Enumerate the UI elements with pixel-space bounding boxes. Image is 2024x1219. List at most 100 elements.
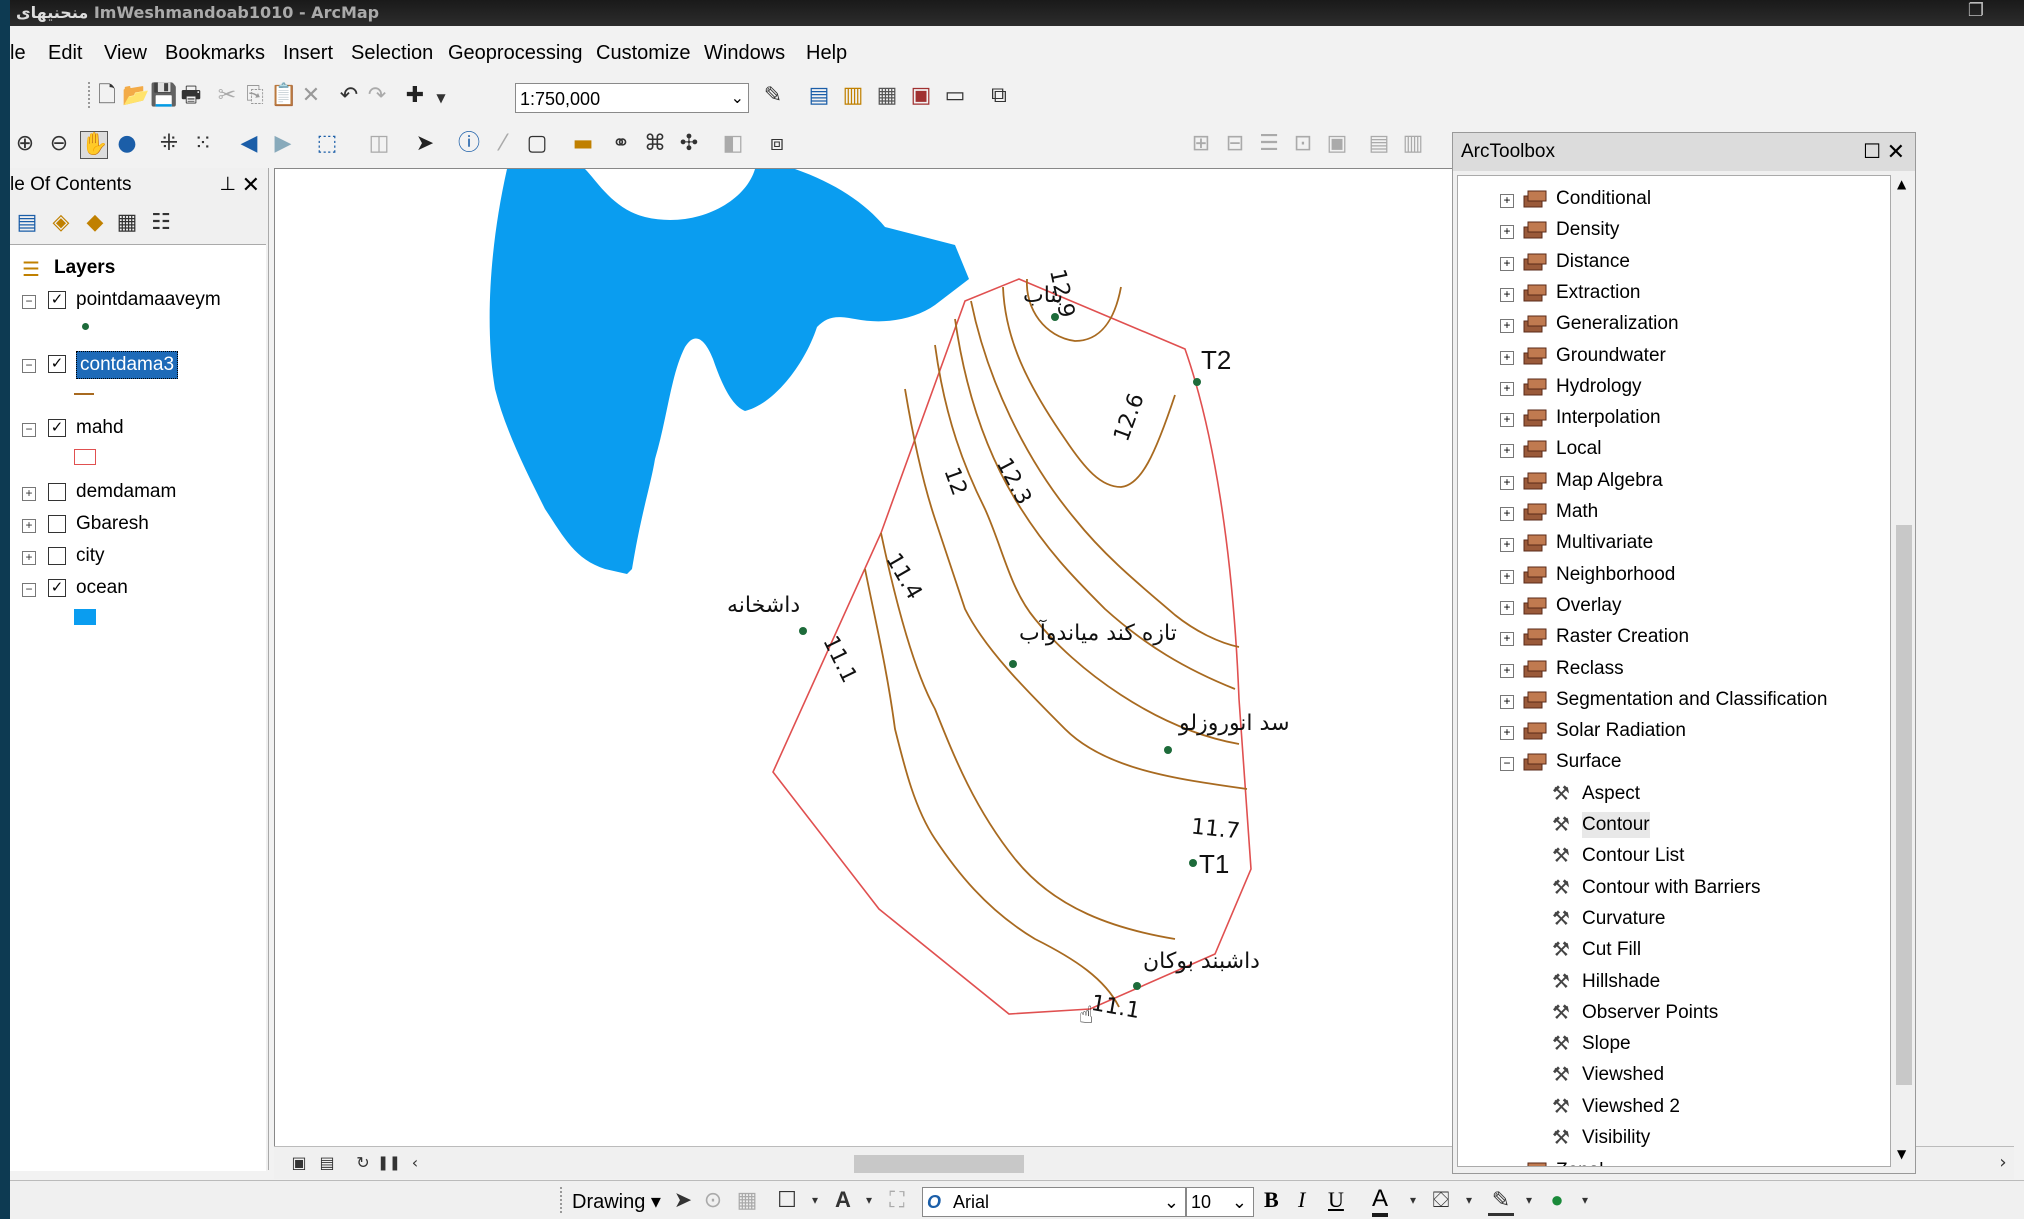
scroll-down-icon[interactable]: ▼ xyxy=(1897,1147,1906,1161)
menu-item-help[interactable]: Help xyxy=(806,42,847,65)
zoom-out-icon[interactable]: ⊖ xyxy=(46,131,72,157)
rectangle-icon[interactable]: ☐ xyxy=(774,1187,800,1213)
close-icon[interactable]: ✕ xyxy=(242,168,260,202)
expand-icon[interactable]: + xyxy=(1500,694,1514,709)
layout-zoom-in-icon[interactable]: ⊞ xyxy=(1188,131,1214,157)
chevron-down-icon[interactable]: ⌄ xyxy=(1232,1188,1247,1216)
table-of-contents-icon[interactable]: ▤ xyxy=(806,83,832,109)
scroll-right-icon[interactable]: › xyxy=(1990,1150,2016,1176)
chevron-down-icon[interactable]: ▾ xyxy=(1400,1187,1426,1213)
restore-icon[interactable]: ❐ xyxy=(1968,0,1984,21)
layout-back-icon[interactable]: ▤ xyxy=(1366,131,1392,157)
layer-visibility-checkbox[interactable]: ✓ xyxy=(48,291,66,309)
drawing-menu[interactable]: Drawing ▾ xyxy=(572,1189,661,1214)
underline-button[interactable]: U xyxy=(1328,1187,1344,1213)
scroll-up-icon[interactable]: ▲ xyxy=(1897,177,1906,191)
back-arrow-icon[interactable]: ◀ xyxy=(236,131,262,157)
expand-icon[interactable]: + xyxy=(1500,350,1514,365)
menu-item-le[interactable]: le xyxy=(10,42,26,65)
pause-drawing-icon[interactable]: ❚❚ xyxy=(376,1150,402,1176)
layout-view-icon[interactable]: ▤ xyxy=(314,1150,340,1176)
layout-forward-icon[interactable]: ▥ xyxy=(1400,131,1426,157)
expand-icon[interactable]: + xyxy=(1500,287,1514,302)
zoom-100-icon[interactable]: ▣ xyxy=(1324,131,1350,157)
maximize-icon[interactable]: ☐ xyxy=(1863,133,1881,171)
layer-visibility-checkbox[interactable] xyxy=(48,547,66,565)
modelbuilder-icon[interactable]: ⧉ xyxy=(986,83,1012,109)
layer-visibility-checkbox[interactable]: ✓ xyxy=(48,579,66,597)
select-features-icon[interactable]: ⬚ xyxy=(314,131,340,157)
expand-icon[interactable]: + xyxy=(1500,194,1514,208)
refresh-icon[interactable]: ↻ xyxy=(350,1150,376,1176)
layout-pan-icon[interactable]: ☰ xyxy=(1256,131,1282,157)
chevron-down-icon[interactable]: ▾ xyxy=(1572,1187,1598,1213)
go-to-xy-icon[interactable]: ✣ xyxy=(676,131,702,157)
collapse-icon[interactable]: − xyxy=(22,359,36,373)
cut-icon[interactable]: ✂ xyxy=(214,83,240,109)
delete-icon[interactable]: ✕ xyxy=(298,83,324,109)
options-icon[interactable]: ☷ xyxy=(148,210,174,236)
marker-color-icon[interactable]: ● xyxy=(1544,1187,1570,1213)
scroll-thumb[interactable] xyxy=(1896,525,1912,1085)
time-slider-icon[interactable]: ◧ xyxy=(720,131,746,157)
measure-icon[interactable]: ▬ xyxy=(570,131,596,157)
station-point[interactable] xyxy=(799,627,807,635)
collapse-icon[interactable]: − xyxy=(1500,757,1514,772)
save-icon[interactable]: 💾 xyxy=(150,83,177,109)
expand-icon[interactable]: + xyxy=(1500,256,1514,271)
station-point[interactable] xyxy=(1189,859,1197,867)
layer-name[interactable]: demdamam xyxy=(76,479,176,505)
layer-name[interactable]: contdama3 xyxy=(76,351,179,379)
html-popup-icon[interactable]: ▢ xyxy=(524,131,550,157)
expand-icon[interactable]: + xyxy=(1500,413,1514,428)
layer-visibility-checkbox[interactable]: ✓ xyxy=(48,355,66,373)
menu-item-customize[interactable]: Customize xyxy=(596,42,690,65)
hyperlink-icon[interactable]: ⁄ xyxy=(490,131,516,157)
identify-info-icon[interactable]: ⓘ xyxy=(456,131,482,157)
expand-icon[interactable]: + xyxy=(22,551,36,565)
edit-vertices-icon[interactable]: ⛶ xyxy=(884,1187,910,1213)
chevron-down-icon[interactable]: ⌄ xyxy=(1164,1188,1179,1216)
layer-name[interactable]: mahd xyxy=(76,415,124,441)
editor-toolbar-icon[interactable]: ✎ xyxy=(760,83,786,109)
fixed-zoom-in-icon[interactable]: ⁜ xyxy=(156,131,182,157)
italic-button[interactable]: I xyxy=(1298,1187,1305,1213)
collapse-icon[interactable]: − xyxy=(22,583,36,597)
chevron-down-icon[interactable]: ▾ xyxy=(1516,1187,1542,1213)
line-color-pen-icon[interactable]: ✎ xyxy=(1488,1187,1514,1216)
map-view[interactable]: 12.9 12.6 12 12.3 11.4 11.1 11.7 11.1 بن… xyxy=(274,168,1462,1148)
new-document-icon[interactable]: 🗋 xyxy=(94,83,120,109)
layer-name[interactable]: ocean xyxy=(76,575,128,601)
font-name-combobox[interactable]: O Arial ⌄ xyxy=(922,1187,1186,1217)
bold-button[interactable]: B xyxy=(1264,1187,1279,1213)
menu-item-insert[interactable]: Insert xyxy=(283,42,333,65)
layout-zoom-out-icon[interactable]: ⊟ xyxy=(1222,131,1248,157)
expand-icon[interactable]: + xyxy=(1500,538,1514,553)
rotate-icon[interactable]: ⊙ xyxy=(700,1187,726,1213)
zoom-in-icon[interactable]: ⊕ xyxy=(12,131,38,157)
viewer-window-icon[interactable]: ⧈ xyxy=(764,131,790,157)
find-binoculars-icon[interactable]: ⚭ xyxy=(608,131,634,157)
expand-icon[interactable]: + xyxy=(1500,507,1514,521)
undo-icon[interactable]: ↶ xyxy=(336,83,362,109)
font-size-combobox[interactable]: 10 ⌄ xyxy=(1186,1187,1254,1217)
list-by-drawing-order-icon[interactable]: ▤ xyxy=(14,210,40,236)
copy-icon[interactable]: ⎘ xyxy=(242,83,268,109)
menu-item-edit[interactable]: Edit xyxy=(48,42,82,65)
expand-icon[interactable]: + xyxy=(1500,475,1514,490)
expand-icon[interactable]: + xyxy=(1500,632,1514,647)
chevron-down-icon[interactable]: ▾ xyxy=(1456,1187,1482,1213)
zoom-to-selected-icon[interactable]: ▦ xyxy=(734,1187,760,1213)
arctoolbox-icon[interactable]: ▣ xyxy=(908,83,934,109)
menu-item-geoprocessing[interactable]: Geoprocessing xyxy=(448,42,583,65)
forward-arrow-icon[interactable]: ▶ xyxy=(270,131,296,157)
expand-icon[interactable]: + xyxy=(1500,381,1514,396)
print-icon[interactable]: 🖶 xyxy=(178,83,204,109)
chevron-down-icon[interactable]: ▾ xyxy=(856,1187,882,1213)
map-canvas[interactable] xyxy=(275,169,1461,1147)
vertical-scrollbar[interactable]: ▲ ▼ xyxy=(1895,175,1913,1165)
expand-icon[interactable]: + xyxy=(1500,569,1514,584)
python-window-icon[interactable]: ▭ xyxy=(942,83,968,109)
menu-item-view[interactable]: View xyxy=(104,42,147,65)
collapse-icon[interactable]: − xyxy=(22,423,36,437)
